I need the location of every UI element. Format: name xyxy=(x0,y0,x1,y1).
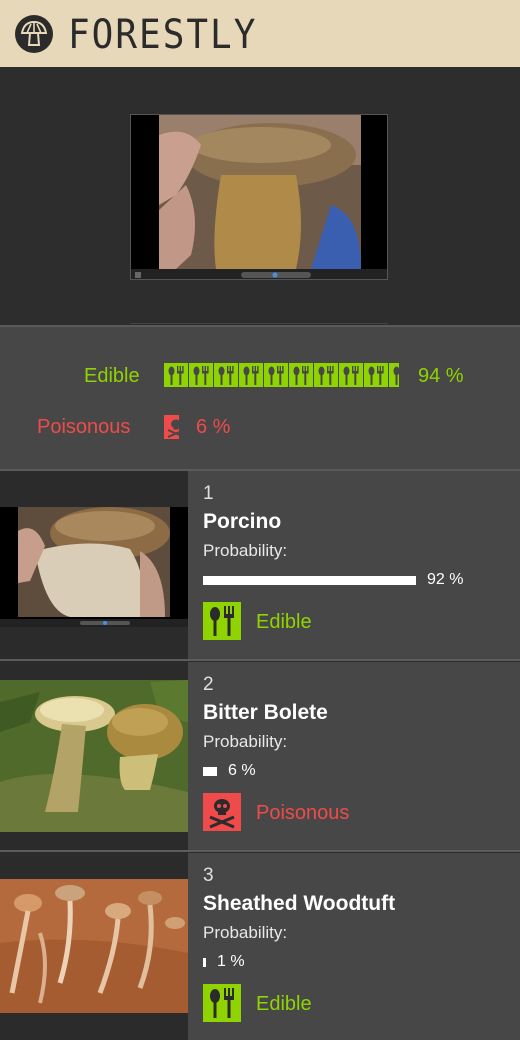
result-name: Bitter Bolete xyxy=(203,701,328,724)
result-thumbnail-video[interactable] xyxy=(0,471,188,659)
spoon-fork-icon xyxy=(214,363,238,387)
spoon-fork-icon xyxy=(389,363,399,387)
query-video-player[interactable] xyxy=(130,114,388,280)
probability-percent: 1 % xyxy=(217,953,245,970)
classification-label: Edible xyxy=(256,993,312,1015)
probability-bar xyxy=(203,576,416,585)
skull-crossbones-icon xyxy=(164,415,179,439)
poisonous-summary-percent: 6 % xyxy=(196,416,231,438)
spoon-fork-icon xyxy=(203,984,241,1022)
probability-percent: 6 % xyxy=(228,762,256,779)
result-name: Porcino xyxy=(203,510,282,533)
edible-summary-bar xyxy=(164,363,399,387)
mushroom-logo-icon xyxy=(15,15,53,53)
result-rank: 2 xyxy=(203,674,214,695)
poisonous-summary-bar xyxy=(164,415,179,439)
spoon-fork-icon xyxy=(314,363,338,387)
skull-crossbones-icon xyxy=(203,793,241,831)
probability-percent: 92 % xyxy=(427,571,464,588)
app-header: FORESTLY xyxy=(0,0,520,67)
probability-label: Probability: xyxy=(203,541,288,560)
divider xyxy=(130,323,388,324)
spoon-fork-icon xyxy=(189,363,213,387)
result-card[interactable]: 2 Bitter Bolete Probability: 6 % Poisono… xyxy=(0,662,520,852)
spoon-fork-icon xyxy=(239,363,263,387)
brand-name: FORESTLY xyxy=(68,12,258,58)
result-rank: 3 xyxy=(203,865,214,886)
probability-label: Probability: xyxy=(203,732,288,751)
classification-summary: Edible 94 % Poisonous 6 % xyxy=(0,325,520,471)
result-rank: 1 xyxy=(203,483,214,504)
result-card[interactable]: 3 Sheathed Woodtuft Probability: 1 % Edi… xyxy=(0,853,520,1040)
result-name: Sheathed Woodtuft xyxy=(203,892,396,915)
poisonous-summary-label: Poisonous xyxy=(37,416,131,438)
spoon-fork-icon xyxy=(264,363,288,387)
query-video-panel xyxy=(0,67,520,325)
result-card[interactable]: 1 Porcino Probability: 92 % Edible xyxy=(0,471,520,661)
probability-label: Probability: xyxy=(203,923,288,942)
probability-bar xyxy=(203,767,217,776)
spoon-fork-icon xyxy=(339,363,363,387)
spoon-fork-icon xyxy=(364,363,388,387)
spoon-fork-icon xyxy=(289,363,313,387)
classification-label: Edible xyxy=(256,611,312,633)
probability-bar xyxy=(203,958,206,967)
classification-label: Poisonous xyxy=(256,802,350,824)
result-thumbnail[interactable] xyxy=(0,662,188,850)
edible-summary-label: Edible xyxy=(84,365,140,387)
edible-summary-percent: 94 % xyxy=(418,365,464,387)
result-thumbnail[interactable] xyxy=(0,853,188,1040)
spoon-fork-icon xyxy=(164,363,188,387)
spoon-fork-icon xyxy=(203,602,241,640)
